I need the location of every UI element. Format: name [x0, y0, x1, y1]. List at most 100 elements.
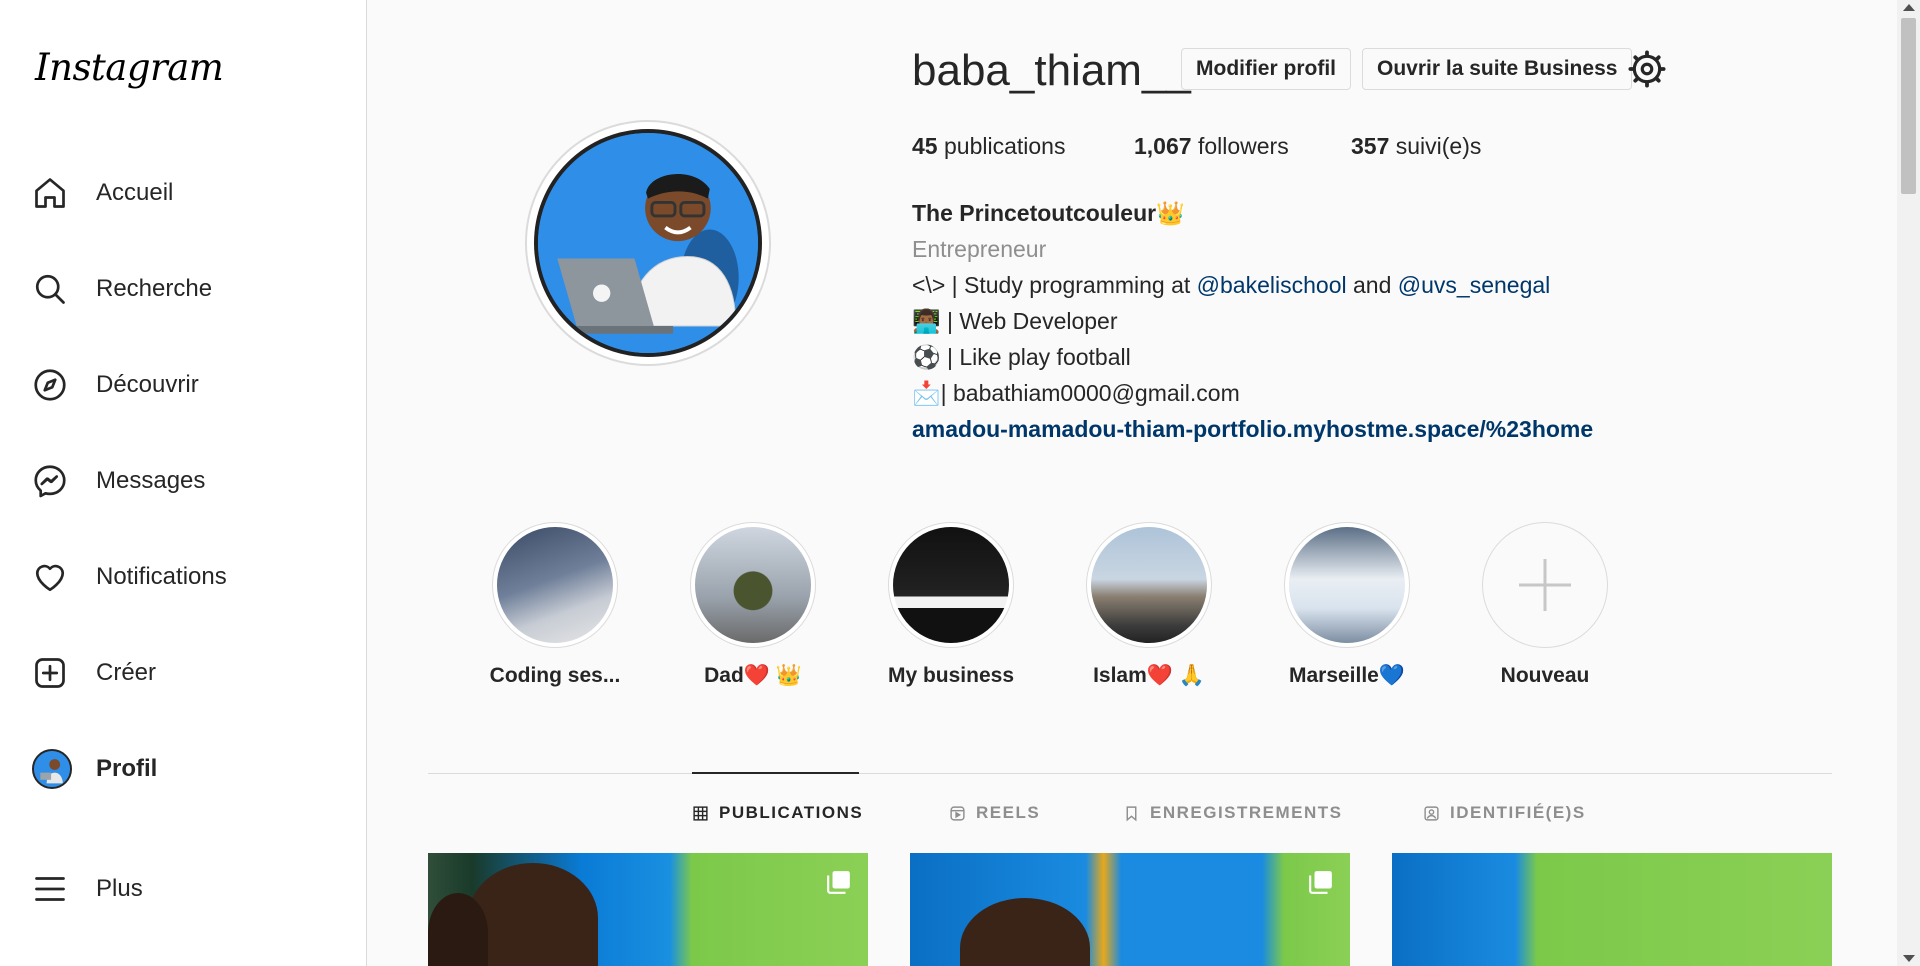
post-thumbnail[interactable] [428, 853, 868, 966]
highlight-ring [1482, 522, 1608, 648]
highlight-cover [695, 527, 811, 643]
stat-posts-count: 45 [912, 133, 938, 159]
page-scrollbar[interactable] [1897, 0, 1920, 966]
sidebar-item-creer[interactable]: Créer [32, 645, 342, 701]
sidebar-item-label: Profil [96, 755, 158, 782]
sidebar-item-recherche[interactable]: Recherche [32, 261, 342, 317]
sidebar-item-label: Créer [96, 659, 157, 686]
highlight-cover [497, 527, 613, 643]
sidebar-item-label: Messages [96, 467, 206, 494]
highlight-label: My business [887, 664, 1015, 687]
scroll-down-arrow-icon[interactable] [1903, 955, 1915, 962]
bio-email-text: | babathiam0000@gmail.com [940, 380, 1240, 406]
crown-emoji: 👑 [1156, 200, 1185, 226]
sidebar-item-label: Recherche [96, 275, 213, 302]
tabs-divider [428, 773, 1832, 774]
highlight-ring [1284, 522, 1410, 648]
multiple-photos-icon [1309, 871, 1332, 894]
profile-main: baba_thiam__ Modifier profil Ouvrir la s… [367, 0, 1897, 966]
highlight-new[interactable]: Nouveau [1460, 522, 1630, 688]
developer-emoji: 👨🏾‍💻 [912, 308, 941, 334]
profile-avatar-button[interactable] [525, 120, 771, 366]
sidebar-item-label: Notifications [96, 563, 227, 590]
highlight-label: Coding ses... [489, 664, 621, 687]
highlight-ring [492, 522, 618, 648]
plus-square-icon [32, 653, 72, 693]
highlight-coding[interactable]: Coding ses... [470, 522, 640, 688]
bio-football-text: | Like play football [940, 344, 1131, 370]
avatar [32, 749, 72, 789]
stat-followers-count: 1,067 [1134, 133, 1192, 159]
tab-label: ENREGISTREMENTS [1150, 803, 1343, 822]
bio-line-developer: 👨🏾‍💻 | Web Developer [912, 308, 1118, 335]
stat-followers-label: followers [1197, 133, 1289, 159]
highlight-business[interactable]: My business [866, 522, 1036, 688]
settings-gear-icon[interactable] [1628, 50, 1666, 88]
bio-study-text: <\> | Study programming at [912, 272, 1197, 298]
bio-line-email: 📩| babathiam0000@gmail.com [912, 380, 1240, 407]
sidebar-item-accueil[interactable]: Accueil [32, 165, 342, 221]
post-thumbnail[interactable] [910, 853, 1350, 966]
highlight-label: Nouveau [1500, 664, 1590, 687]
tab-identifie[interactable]: IDENTIFIÉ(E)S [1423, 803, 1586, 823]
sidebar-item-profil[interactable]: Profil [32, 741, 342, 797]
tab-label: IDENTIFIÉ(E)S [1450, 803, 1586, 822]
stat-following[interactable]: 357 suivi(e)s [1351, 133, 1481, 160]
tab-label: REELS [976, 803, 1041, 822]
highlight-ring [690, 522, 816, 648]
sidebar-item-messages[interactable]: Messages [32, 453, 342, 509]
instagram-logo[interactable]: Instagram [35, 46, 224, 89]
scroll-up-arrow-icon[interactable] [1903, 4, 1915, 11]
bio-line-football: ⚽ | Like play football [912, 344, 1131, 371]
mention-bakelischool[interactable]: @bakelischool [1197, 272, 1347, 298]
football-emoji: ⚽ [912, 344, 941, 370]
search-icon [32, 269, 72, 309]
highlight-label: Islam❤️ 🙏 [1093, 664, 1205, 687]
tagged-icon [1424, 805, 1439, 821]
sidebar-item-label: Accueil [96, 179, 174, 206]
plus-icon [1519, 559, 1571, 611]
multiple-photos-icon [827, 871, 850, 894]
post-thumbnail[interactable] [1392, 853, 1832, 966]
home-icon [32, 173, 72, 213]
envelope-emoji: 📩 [912, 380, 941, 406]
scrollbar-thumb[interactable] [1901, 18, 1916, 194]
bio-website-link[interactable]: amadou-mamadou-thiam-portfolio.myhostme.… [912, 416, 1593, 443]
profile-username: baba_thiam__ [912, 46, 1191, 95]
stat-following-count: 357 [1351, 133, 1390, 159]
sidebar-item-label: Découvrir [96, 371, 199, 398]
highlight-islam[interactable]: Islam❤️ 🙏 [1064, 522, 1234, 688]
bio-developer-text: | Web Developer [940, 308, 1118, 334]
business-suite-button[interactable]: Ouvrir la suite Business [1362, 48, 1633, 90]
reels-icon [950, 805, 965, 821]
menu-icon [32, 869, 72, 909]
stat-posts: 45 publications [912, 133, 1065, 160]
sidebar-item-label: Plus [96, 875, 143, 902]
highlight-cover [1091, 527, 1207, 643]
profile-avatar [534, 129, 762, 357]
sidebar-item-decouvrir[interactable]: Découvrir [32, 357, 342, 413]
sidebar-item-plus[interactable]: Plus [32, 861, 342, 917]
tab-enregistrements[interactable]: ENREGISTREMENTS [1123, 803, 1343, 823]
highlight-cover [893, 527, 1009, 643]
sidebar-item-notifications[interactable]: Notifications [32, 549, 342, 605]
grid-icon [693, 805, 708, 821]
tab-reels[interactable]: REELS [949, 803, 1040, 823]
bio-name: The Princetoutcouleur [912, 200, 1157, 226]
highlight-marseille[interactable]: Marseille💙 [1262, 522, 1432, 688]
stat-following-label: suivi(e)s [1395, 133, 1482, 159]
highlight-dad[interactable]: Dad❤️ 👑 [668, 522, 838, 688]
bio-and-text: and [1346, 272, 1398, 298]
messenger-icon [32, 461, 72, 501]
bookmark-icon [1126, 805, 1137, 821]
tab-publications[interactable]: PUBLICATIONS [692, 803, 863, 823]
bio-line-study: <\> | Study programming at @bakelischool… [912, 272, 1550, 299]
highlight-ring [888, 522, 1014, 648]
highlight-ring [1086, 522, 1212, 648]
highlight-label: Marseille💙 [1288, 664, 1406, 687]
stat-followers[interactable]: 1,067 followers [1134, 133, 1289, 160]
stat-posts-label: publications [943, 133, 1066, 159]
compass-icon [32, 365, 72, 405]
edit-profile-button[interactable]: Modifier profil [1181, 48, 1351, 90]
mention-uvs-senegal[interactable]: @uvs_senegal [1398, 272, 1551, 298]
